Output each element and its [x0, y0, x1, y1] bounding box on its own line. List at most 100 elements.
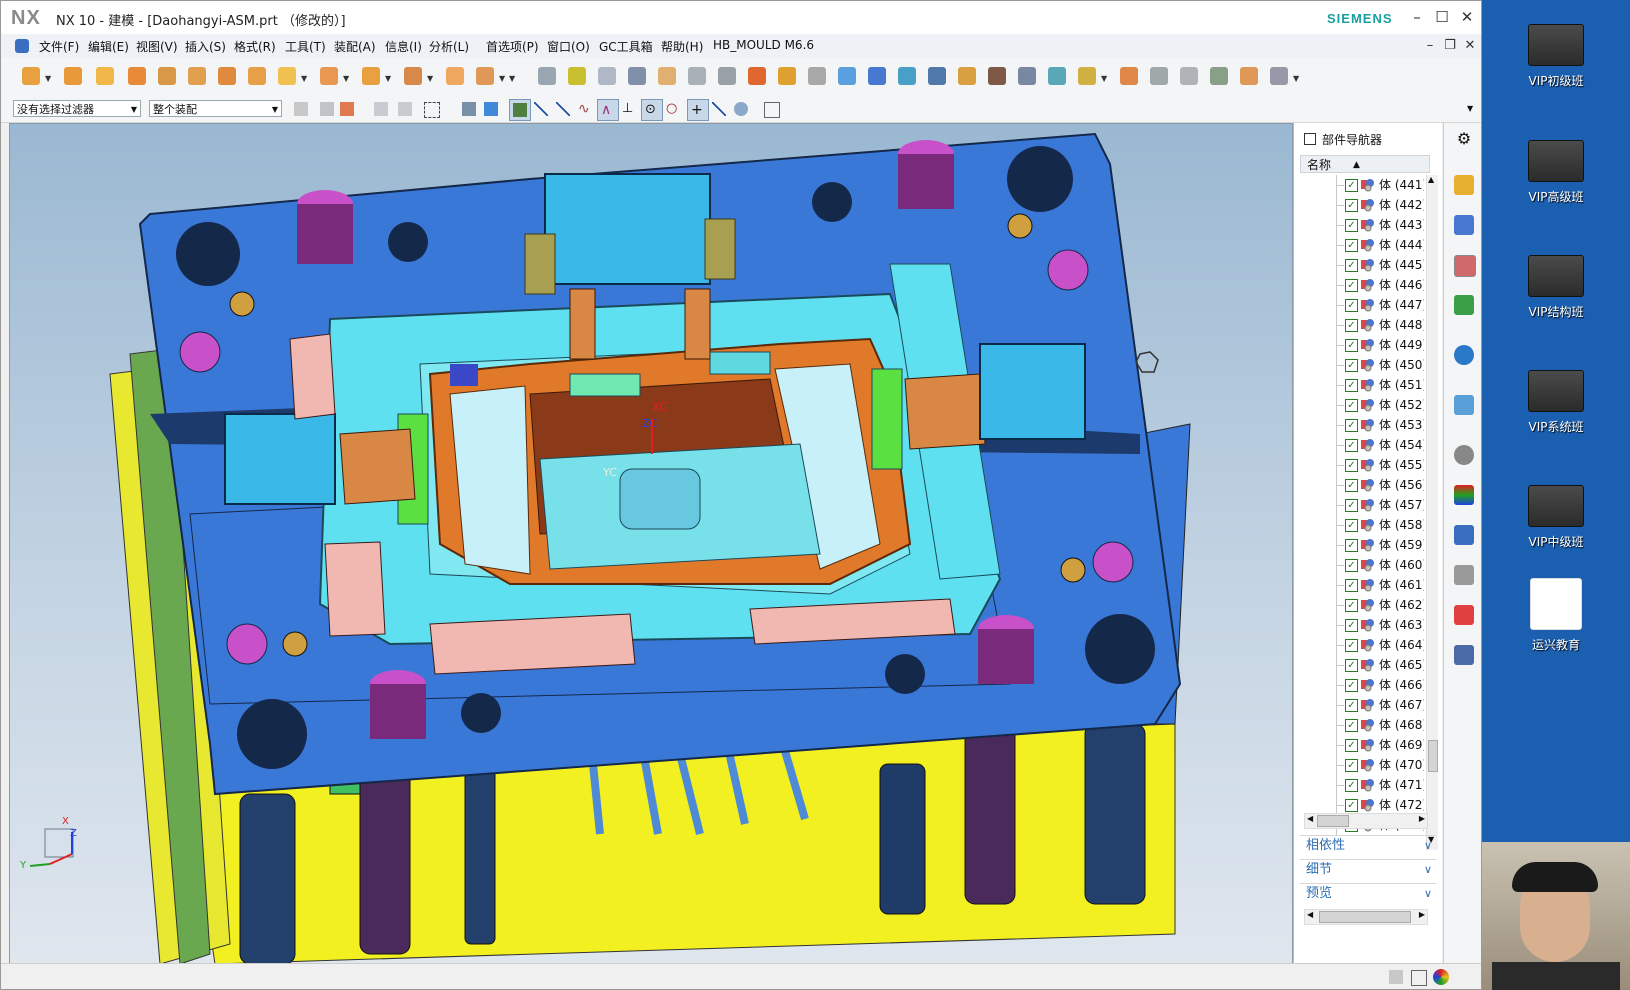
filter-settings-button[interactable] [291, 99, 311, 119]
visibility-checkbox[interactable]: ✓ [1345, 359, 1358, 372]
tree-row[interactable]: ✓ 体 (472) [1300, 795, 1424, 815]
tools-button[interactable] [745, 64, 769, 88]
scroll-left-icon[interactable]: ◀ [1307, 814, 1313, 823]
control-point-button[interactable]: ∿ [575, 99, 595, 119]
desktop-shortcut-vip-system[interactable]: VIP系统班 [1482, 370, 1630, 435]
new-component-button[interactable] [93, 64, 117, 88]
menu-insert[interactable]: 插入(S) [185, 38, 226, 55]
pocket-button[interactable] [715, 64, 739, 88]
menu-tools[interactable]: 工具(T) [285, 38, 326, 55]
reuse-library-icon[interactable] [1454, 295, 1474, 315]
section-button[interactable] [1045, 64, 1069, 88]
dropdown-arrow-icon[interactable]: ▼ [1101, 74, 1107, 83]
selection-scope-dropdown[interactable]: 整个装配 ▼ [149, 100, 282, 117]
tree-row[interactable]: ✓ 体 (456) [1300, 475, 1424, 495]
toolbar-overflow-icon[interactable]: ▼ [1467, 104, 1473, 113]
dropdown-arrow-icon[interactable]: ▼ [427, 74, 433, 83]
menu-assembly[interactable]: 装配(A) [334, 38, 376, 55]
doc-minimize-button[interactable]: – [1419, 35, 1441, 57]
tree-row[interactable]: ✓ 体 (459) [1300, 535, 1424, 555]
snap-point-on-button[interactable] [509, 99, 531, 121]
menu-preferences[interactable]: 首选项(P) [486, 38, 539, 55]
tree-row[interactable]: ✓ 体 (442) [1300, 195, 1424, 215]
table-button[interactable] [805, 64, 829, 88]
manufacturing-wizard-icon[interactable] [1454, 565, 1474, 585]
grid-button[interactable] [595, 64, 619, 88]
navigator-vertical-scrollbar[interactable]: ▲ ▼ [1426, 175, 1438, 850]
menu-file[interactable]: 文件(F) [39, 38, 79, 55]
tree-row[interactable]: ✓ 体 (443) [1300, 215, 1424, 235]
tree-row[interactable]: ✓ 体 (465) [1300, 655, 1424, 675]
doc-restore-button[interactable]: ❐ [1439, 35, 1461, 57]
tree-row[interactable]: ✓ 体 (444) [1300, 235, 1424, 255]
visibility-checkbox[interactable]: ✓ [1345, 599, 1358, 612]
spreadsheet-button[interactable] [1147, 64, 1171, 88]
desktop-shortcut-vip-basic[interactable]: VIP初级班 [1482, 24, 1630, 89]
visibility-button[interactable] [1207, 64, 1231, 88]
tree-row[interactable]: ✓ 体 (457) [1300, 495, 1424, 515]
dropdown-arrow-icon[interactable]: ▼ [301, 74, 307, 83]
navigator-tree[interactable]: ✓ 体 (441) ✓ 体 (442) ✓ 体 (443) ✓ 体 (444) ✓ 体 (445)… [1300, 175, 1424, 850]
constraint-button[interactable] [245, 64, 269, 88]
select-solid-button[interactable] [481, 99, 501, 119]
system-materials-icon[interactable] [1454, 485, 1474, 505]
visibility-checkbox[interactable]: ✓ [1345, 499, 1358, 512]
menu-format[interactable]: 格式(R) [234, 38, 276, 55]
color-palette-icon[interactable] [1433, 969, 1449, 985]
preview-panel[interactable]: 预览 ∨ [1300, 883, 1436, 903]
menu-analysis[interactable]: 分析(L) [429, 38, 469, 55]
roles-icon[interactable] [1454, 605, 1474, 625]
graphics-window[interactable]: XC YC ZC X Y Z [9, 123, 1293, 965]
selection-filter-dropdown[interactable]: 没有选择过滤器 ▼ [13, 100, 141, 117]
visibility-checkbox[interactable]: ✓ [1345, 459, 1358, 472]
cooling-button[interactable] [955, 64, 979, 88]
navigator-horizontal-scrollbar[interactable]: ◀ ▶ [1304, 813, 1428, 829]
tree-row[interactable]: ✓ 体 (452) [1300, 395, 1424, 415]
visibility-checkbox[interactable]: ✓ [1345, 679, 1358, 692]
drawing-button[interactable] [1177, 64, 1201, 88]
visibility-checkbox[interactable]: ✓ [1345, 559, 1358, 572]
bolt-button[interactable] [1075, 64, 1099, 88]
visibility-checkbox[interactable]: ✓ [1345, 739, 1358, 752]
visibility-checkbox[interactable]: ✓ [1345, 419, 1358, 432]
visibility-checkbox[interactable]: ✓ [1345, 719, 1358, 732]
visibility-checkbox[interactable]: ✓ [1345, 339, 1358, 352]
tree-row[interactable]: ✓ 体 (464) [1300, 635, 1424, 655]
visibility-checkbox[interactable]: ✓ [1345, 439, 1358, 452]
gear-icon[interactable]: ⚙ [1454, 129, 1474, 149]
desktop-shortcut-yunxing-education[interactable]: 运兴教育 [1482, 578, 1630, 653]
dependencies-panel[interactable]: 相依性 ∨ [1300, 835, 1436, 855]
cylinder-button[interactable] [1237, 64, 1261, 88]
arc-center-button[interactable]: ⊥ [619, 99, 639, 119]
tree-row[interactable]: ✓ 体 (448) [1300, 315, 1424, 335]
replace-component-button[interactable] [185, 64, 209, 88]
circle-center-button[interactable]: ⊙ [641, 99, 663, 121]
visibility-checkbox[interactable]: ✓ [1345, 199, 1358, 212]
point-on-curve-button[interactable] [709, 99, 729, 119]
process-studio-icon[interactable] [1454, 525, 1474, 545]
dropdown-arrow-icon[interactable]: ▼ [1293, 74, 1299, 83]
visibility-checkbox[interactable]: ✓ [1345, 639, 1358, 652]
edit-part-button[interactable] [535, 64, 559, 88]
tree-row[interactable]: ✓ 体 (466) [1300, 675, 1424, 695]
full-screen-icon[interactable] [1411, 970, 1427, 986]
grid-snap-button[interactable] [761, 99, 781, 119]
slider-button[interactable] [925, 64, 949, 88]
sequence-button[interactable] [401, 64, 425, 88]
check-clearance-button[interactable] [473, 64, 497, 88]
block-button[interactable] [655, 64, 679, 88]
tree-row[interactable]: ✓ 体 (461) [1300, 575, 1424, 595]
move-component-button[interactable] [215, 64, 239, 88]
standard-part-button[interactable] [1117, 64, 1141, 88]
desktop-shortcut-vip-advanced[interactable]: VIP高级班 [1482, 140, 1630, 205]
mold-tool-button[interactable] [565, 64, 589, 88]
menu-edit[interactable]: 编辑(E) [88, 38, 129, 55]
tree-row[interactable]: ✓ 体 (445) [1300, 255, 1424, 275]
tree-row[interactable]: ✓ 体 (447) [1300, 295, 1424, 315]
visibility-checkbox[interactable]: ✓ [1345, 219, 1358, 232]
split-button[interactable] [835, 64, 859, 88]
visibility-checkbox[interactable]: ✓ [1345, 479, 1358, 492]
menu-window[interactable]: 窗口(O) [547, 38, 590, 55]
visibility-checkbox[interactable]: ✓ [1345, 699, 1358, 712]
dropdown-arrow-icon[interactable]: ▼ [509, 74, 515, 83]
